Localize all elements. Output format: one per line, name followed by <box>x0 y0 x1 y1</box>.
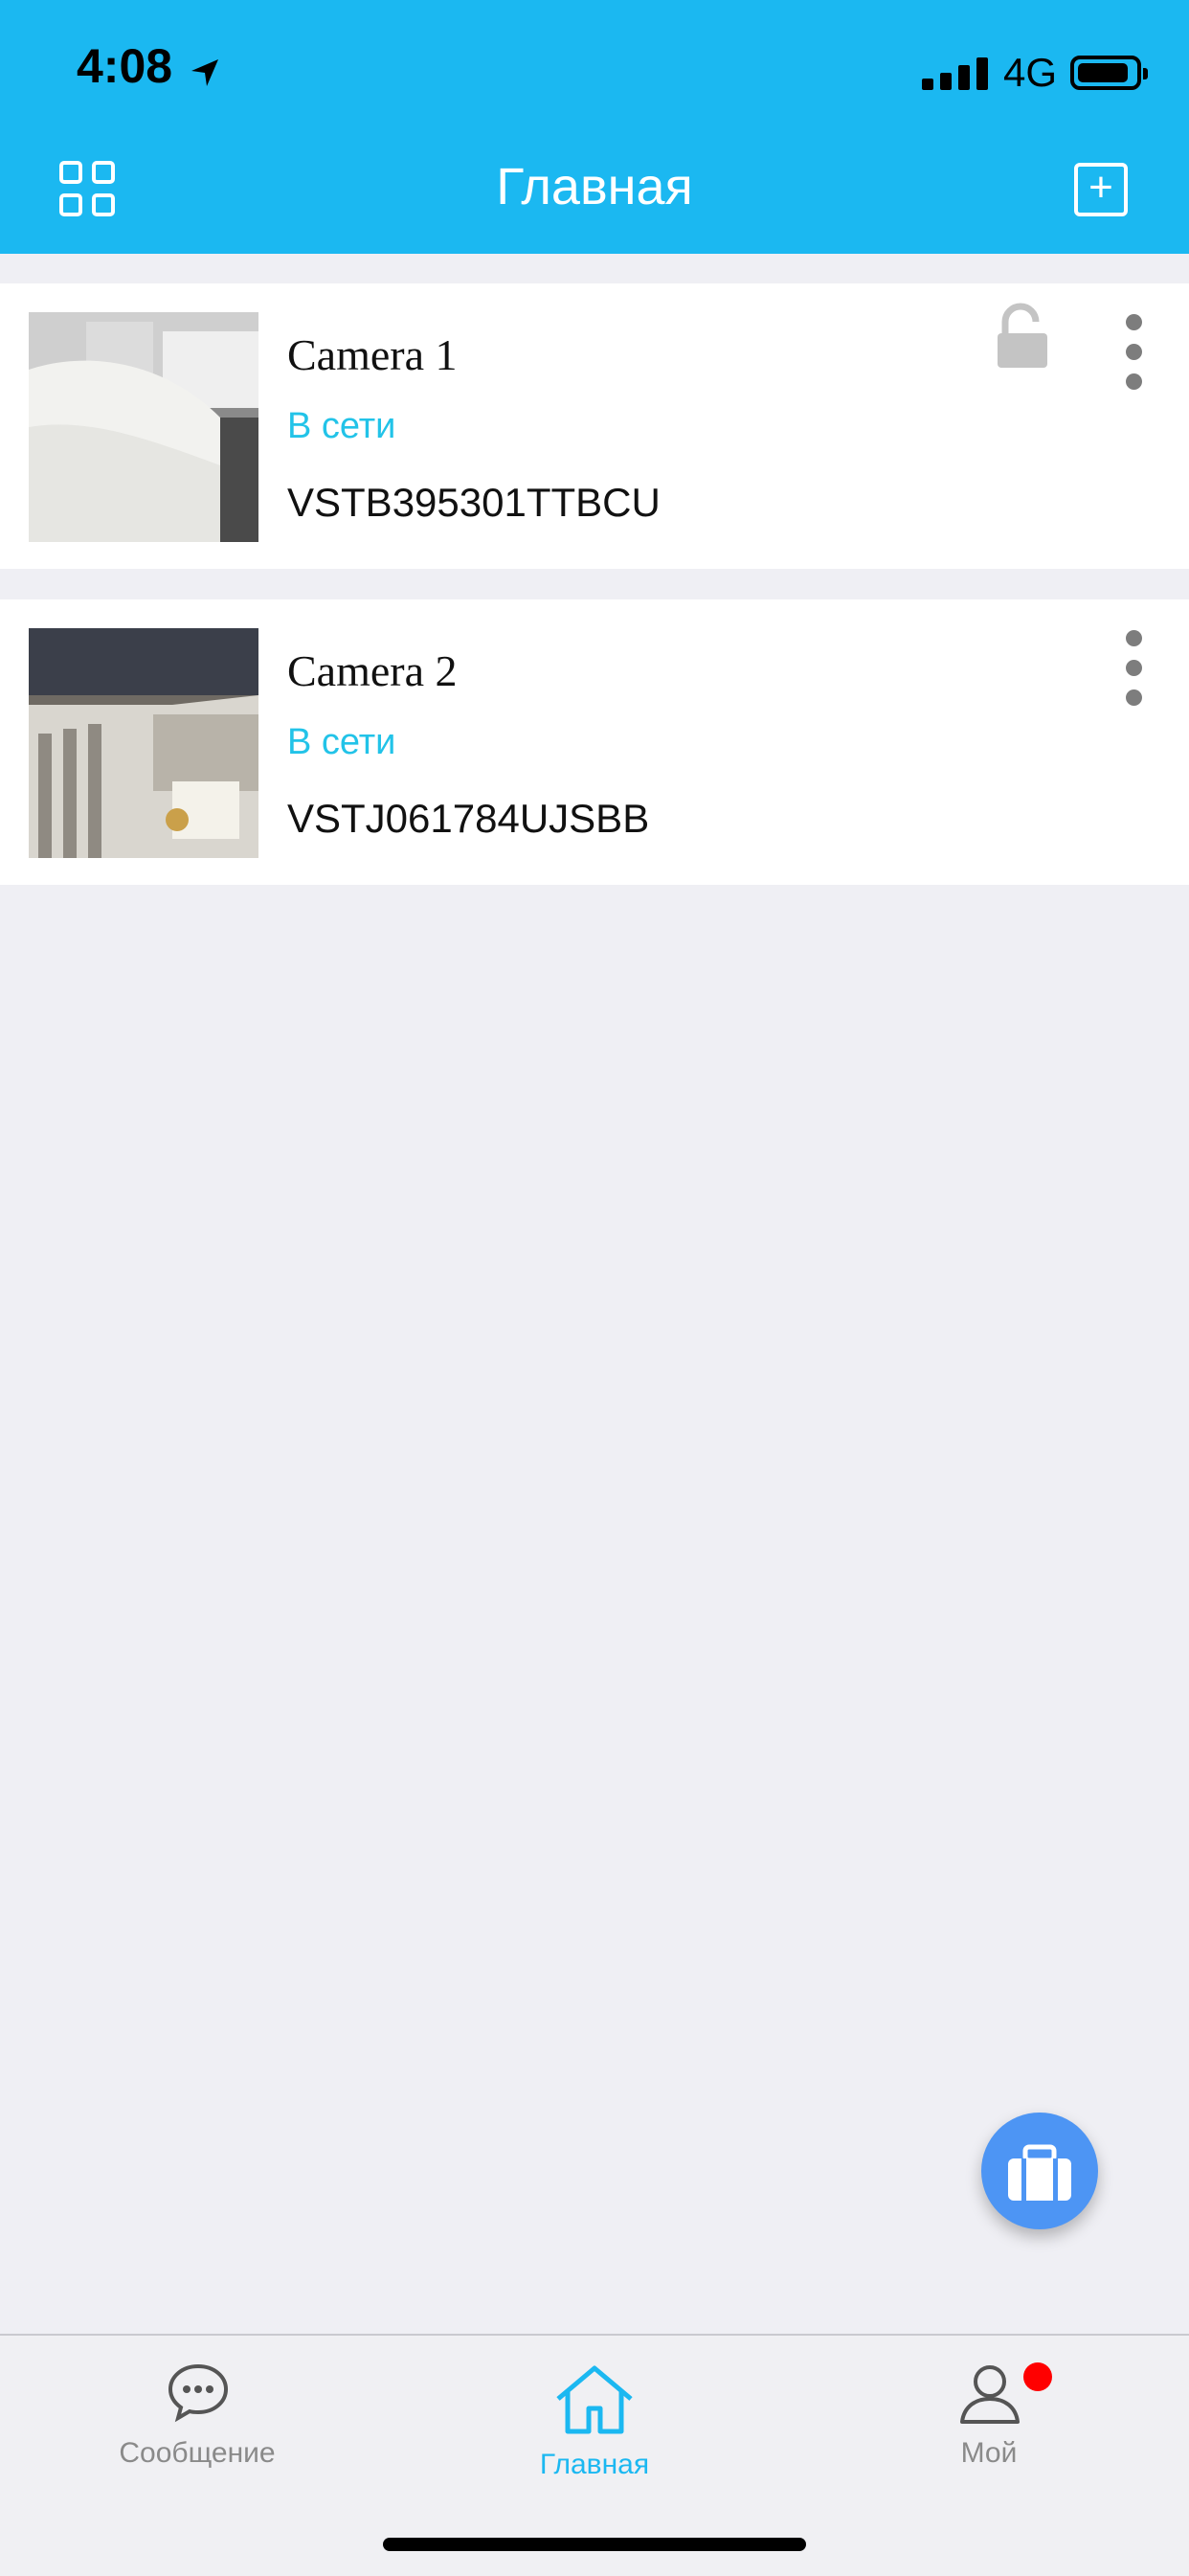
tab-label: Главная <box>539 2449 650 2480</box>
toolbox-icon <box>1008 2144 1071 2201</box>
signal-strength-icon <box>921 56 988 90</box>
camera-name: Camera 2 <box>287 646 458 695</box>
add-device-button[interactable]: + <box>1074 163 1128 216</box>
tab-messages[interactable]: Сообщение <box>54 2336 341 2508</box>
battery-icon <box>1070 56 1148 90</box>
camera-id: VSTJ061784UJSBB <box>287 796 650 841</box>
camera-status: В сети <box>287 406 396 446</box>
user-icon <box>960 2365 1020 2424</box>
unlock-icon[interactable] <box>996 303 1049 370</box>
camera-card[interactable]: Camera 1 В сети VSTB395301TTBCU <box>0 283 1189 569</box>
tab-profile[interactable]: Мой <box>845 2336 1133 2508</box>
home-icon <box>556 2365 633 2434</box>
camera-thumbnail[interactable] <box>29 628 258 858</box>
tab-label: Мой <box>960 2437 1018 2469</box>
more-options-button[interactable] <box>1114 630 1153 707</box>
tab-home[interactable]: Главная <box>451 2336 738 2508</box>
camera-name: Camera 1 <box>287 330 458 379</box>
home-indicator <box>383 2538 806 2551</box>
status-indicators: 4G <box>921 50 1148 96</box>
camera-id: VSTB395301TTBCU <box>287 480 661 525</box>
camera-thumbnail[interactable] <box>29 312 258 542</box>
toolbox-button[interactable] <box>981 2113 1098 2229</box>
top-bar: 4:08 4G Главная + <box>0 0 1189 254</box>
camera-card[interactable]: Camera 2 В сети VSTJ061784UJSBB <box>0 599 1189 885</box>
network-type: 4G <box>1002 50 1057 95</box>
notification-badge <box>1023 2362 1052 2391</box>
more-options-button[interactable] <box>1114 314 1153 391</box>
location-arrow-icon <box>191 59 218 86</box>
chat-bubble-icon <box>168 2363 229 2423</box>
page-title: Главная <box>496 158 693 215</box>
camera-status: В сети <box>287 722 396 762</box>
status-time: 4:08 <box>77 39 173 93</box>
tab-label: Сообщение <box>119 2437 276 2469</box>
